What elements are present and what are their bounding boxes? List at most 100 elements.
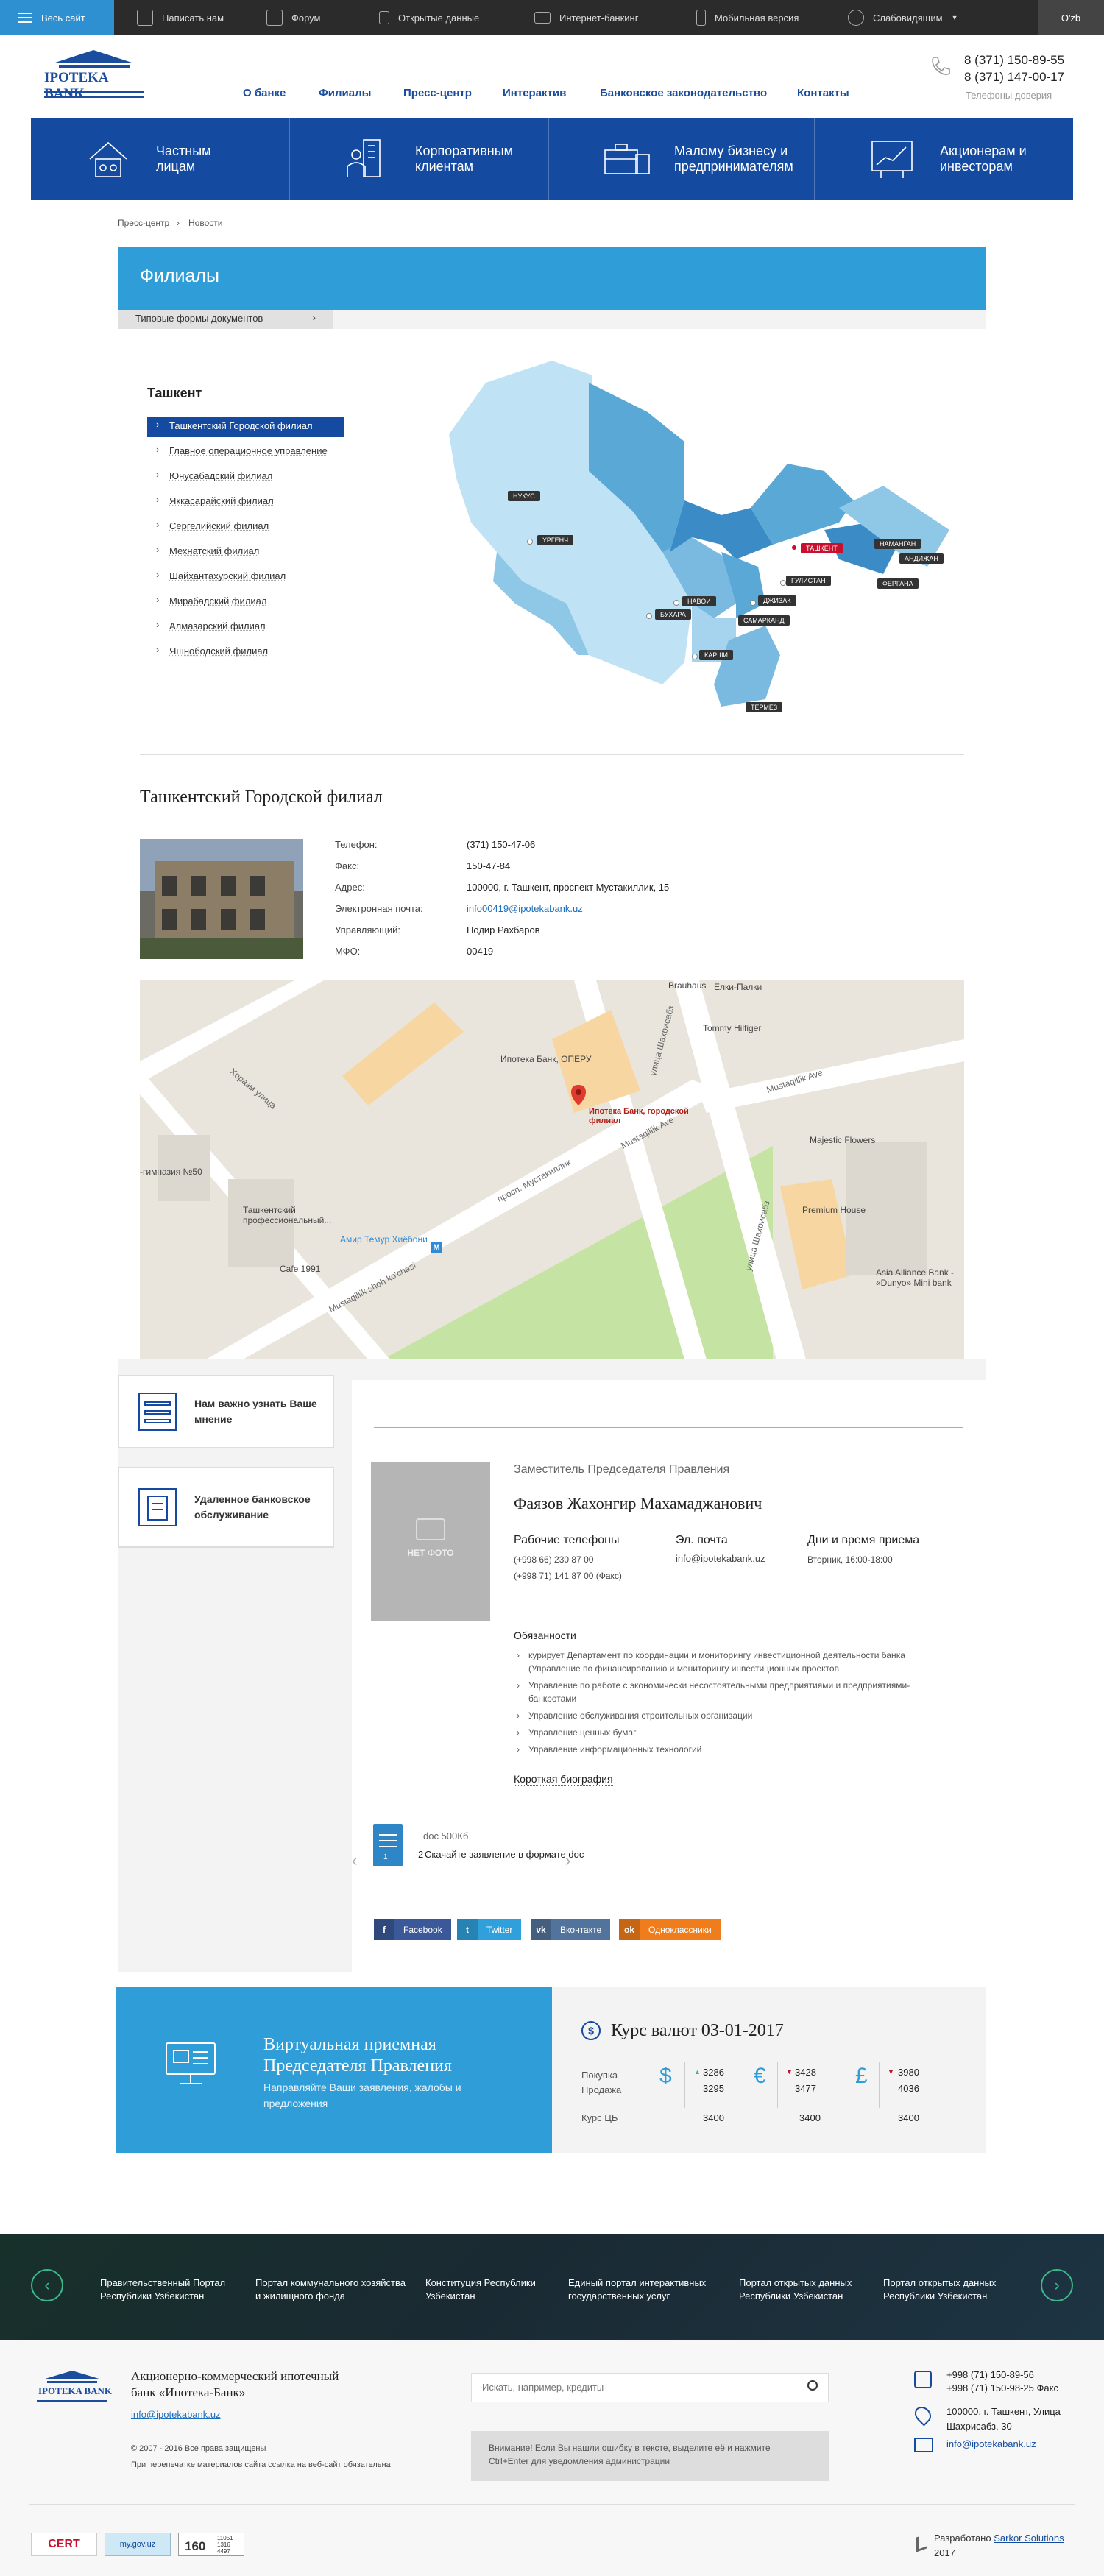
carousel-prev-icon[interactable]: ‹	[31, 2269, 63, 2301]
nav-branches[interactable]: Филиалы	[319, 87, 371, 99]
map-label-bukhara[interactable]: БУХАРА	[655, 609, 691, 620]
branch-item[interactable]: Шайхантахурский филиал	[147, 567, 344, 587]
category-investors[interactable]: Акционерам и инвесторам	[815, 118, 1073, 200]
info-label: Управляющий:	[335, 924, 400, 935]
internet-banking-link[interactable]: Интернет-банкинг	[534, 0, 638, 35]
breadcrumb-news[interactable]: Новости	[188, 218, 222, 228]
map-label-gulistan[interactable]: ГУЛИСТАН	[786, 576, 831, 586]
info-label: Электронная почта:	[335, 903, 423, 914]
footer-phone-1[interactable]: +998 (71) 150-89-56	[946, 2369, 1034, 2380]
map-label-andijan[interactable]: АНДИЖАН	[899, 553, 944, 564]
partner-link[interactable]: Единый портал интерактивных государствен…	[568, 2276, 726, 2302]
map-label-jizzakh[interactable]: ДЖИЗАК	[758, 595, 796, 606]
remote-banking-box[interactable]: Удаленное банковское обслуживание	[118, 1467, 334, 1548]
footer-search[interactable]	[471, 2373, 829, 2402]
logo[interactable]: IPOTEKA BANK	[38, 49, 149, 102]
virtual-reception-panel[interactable]: Виртуальная приемная Председателя Правле…	[116, 1987, 552, 2153]
info-email[interactable]: info00419@ipotekabank.uz	[467, 903, 583, 914]
map-label-karshi[interactable]: КАРШИ	[699, 650, 733, 660]
short-bio-link[interactable]: Короткая биография	[514, 1773, 613, 1786]
low-vision-link[interactable]: Слабовидящим ▼	[848, 0, 958, 35]
map-dot	[673, 600, 679, 606]
street-map[interactable]: Brauhaus Ёлки-Палки Tommy Hilfiger Ипоте…	[140, 980, 964, 1359]
feedback-box[interactable]: Нам важно узнать Ваше мнение	[118, 1375, 334, 1448]
branch-item[interactable]: Мехнатский филиал	[147, 542, 344, 562]
counter-top: 11051	[217, 2535, 233, 2541]
map-dot-selected	[791, 545, 797, 551]
partner-link[interactable]: Правительственный Портал Республики Узбе…	[100, 2276, 240, 2302]
map-label-navoi[interactable]: НАВОИ	[682, 596, 716, 606]
doc-file-icon[interactable]: 1	[373, 1824, 403, 1866]
mobile-version-link[interactable]: Мобильная версия	[696, 0, 799, 35]
counter-badge[interactable]: 160 11051 1316 4497	[178, 2533, 244, 2556]
map-label-urgench[interactable]: УРГЕНЧ	[537, 535, 574, 545]
write-us-link[interactable]: Написать нам	[137, 0, 224, 35]
partner-link[interactable]: Портал открытых данных Республики Узбеки…	[883, 2276, 1016, 2302]
mygov-badge[interactable]: my.gov.uz	[105, 2533, 171, 2556]
footer-email[interactable]: info@ipotekabank.uz	[131, 2409, 221, 2420]
map-dot	[646, 613, 652, 619]
branch-item[interactable]: Ташкентский Городской филиал	[147, 417, 344, 437]
share-facebook[interactable]: f Facebook	[374, 1919, 451, 1940]
cert-badge-text: CERT	[48, 2538, 80, 2550]
map-pin-icon[interactable]	[571, 1085, 586, 1105]
partner-link[interactable]: Портал открытых данных Республики Узбеки…	[739, 2276, 871, 2302]
profile-fax: (+998 71) 141 87 00 (Факс)	[514, 1571, 622, 1581]
footer-logo-icon[interactable]: IPOTEKA BANK	[32, 2369, 112, 2406]
partner-link[interactable]: Портал коммунального хозяйства и жилищно…	[255, 2276, 410, 2302]
map-label-termez[interactable]: ТЕРМЕЗ	[746, 702, 783, 712]
metro-icon: M	[431, 1242, 442, 1253]
top-bar: Весь сайт Написать нам Форум Открытые да…	[0, 0, 1104, 35]
map-label-nukus[interactable]: НУКУС	[508, 491, 540, 501]
map-label-namangan[interactable]: НАМАНГАН	[874, 539, 921, 549]
footer-email-2[interactable]: info@ipotekabank.uz	[946, 2438, 1036, 2449]
nav-about[interactable]: О банке	[243, 87, 286, 99]
info-label: Телефон:	[335, 839, 378, 850]
all-site-button[interactable]: Весь сайт	[0, 0, 114, 35]
cert-badge[interactable]: CERT	[31, 2533, 97, 2556]
map-label-fergana[interactable]: ФЕРГАНА	[877, 578, 919, 589]
carousel-next-icon[interactable]: ›	[1041, 2269, 1073, 2301]
nav-press[interactable]: Пресс-центр	[403, 87, 472, 99]
footer-search-input[interactable]	[472, 2374, 781, 2400]
share-twitter[interactable]: t Twitter	[457, 1919, 522, 1940]
branch-item[interactable]: Мирабадский филиал	[147, 592, 344, 612]
map-place: Majestic Flowers	[810, 1135, 876, 1145]
profile-email[interactable]: info@ipotekabank.uz	[676, 1553, 765, 1564]
nav-contacts[interactable]: Контакты	[797, 87, 849, 99]
slider-prev-icon[interactable]: ‹	[352, 1851, 357, 1870]
tab-document-forms[interactable]: Типовые формы документов ›	[118, 310, 333, 329]
category-corporate[interactable]: Корпоративным клиентам	[290, 118, 549, 200]
map-label-tashkent[interactable]: ТАШКЕНТ	[801, 543, 843, 553]
branch-item[interactable]: Сергелийский филиал	[147, 517, 344, 537]
hotline-phone-2[interactable]: 8 (371) 147-00-17	[964, 70, 1064, 85]
open-data-link[interactable]: Открытые данные	[379, 0, 479, 35]
gbp-buy: 3980	[898, 2067, 919, 2078]
partner-link[interactable]: Конституция Республики Узбекистан	[425, 2276, 562, 2302]
hotline-phone-1[interactable]: 8 (371) 150-89-55	[964, 53, 1064, 68]
branch-item[interactable]: Яшнободский филиал	[147, 642, 344, 662]
breadcrumb-press[interactable]: Пресс-центр	[118, 218, 169, 228]
share-odnoklassniki[interactable]: ok Одноклассники	[619, 1919, 721, 1940]
branch-item[interactable]: Юнусабадский филиал	[147, 467, 344, 487]
language-switch[interactable]: O'zb	[1038, 0, 1104, 35]
category-small-business[interactable]: Малому бизнесу и предпринимателям	[549, 118, 815, 200]
map-label-samarkand[interactable]: САМАРКАНД	[738, 615, 790, 626]
forum-link[interactable]: Форум	[266, 0, 321, 35]
branch-item[interactable]: Яккасарайский филиал	[147, 492, 344, 512]
footer-copyright: © 2007 - 2016 Все права защищены	[131, 2444, 266, 2453]
doc-download-text[interactable]: Скачайте заявление в формате doc	[425, 1849, 584, 1860]
gbp-sell: 4036	[898, 2083, 919, 2094]
branch-item[interactable]: Главное операционное управление	[147, 442, 344, 462]
nav-legislation[interactable]: Банковское законодательство	[600, 87, 767, 99]
all-site-label: Весь сайт	[41, 12, 85, 24]
search-icon[interactable]	[807, 2380, 818, 2391]
category-individuals[interactable]: Частным лицам	[31, 118, 290, 200]
svg-text:IPOTEKA BANK: IPOTEKA BANK	[38, 2385, 112, 2396]
share-vkontakte[interactable]: vk Вконтакте	[531, 1919, 611, 1940]
branch-item[interactable]: Алмазарский филиал	[147, 617, 344, 637]
nav-interactive[interactable]: Интерактив	[503, 87, 566, 99]
developer-credit: Разработано Sarkor Solutions	[934, 2533, 1064, 2544]
footer-phone-2[interactable]: +998 (71) 150-98-25 Факс	[946, 2382, 1058, 2393]
developer-link[interactable]: Sarkor Solutions	[994, 2533, 1064, 2544]
